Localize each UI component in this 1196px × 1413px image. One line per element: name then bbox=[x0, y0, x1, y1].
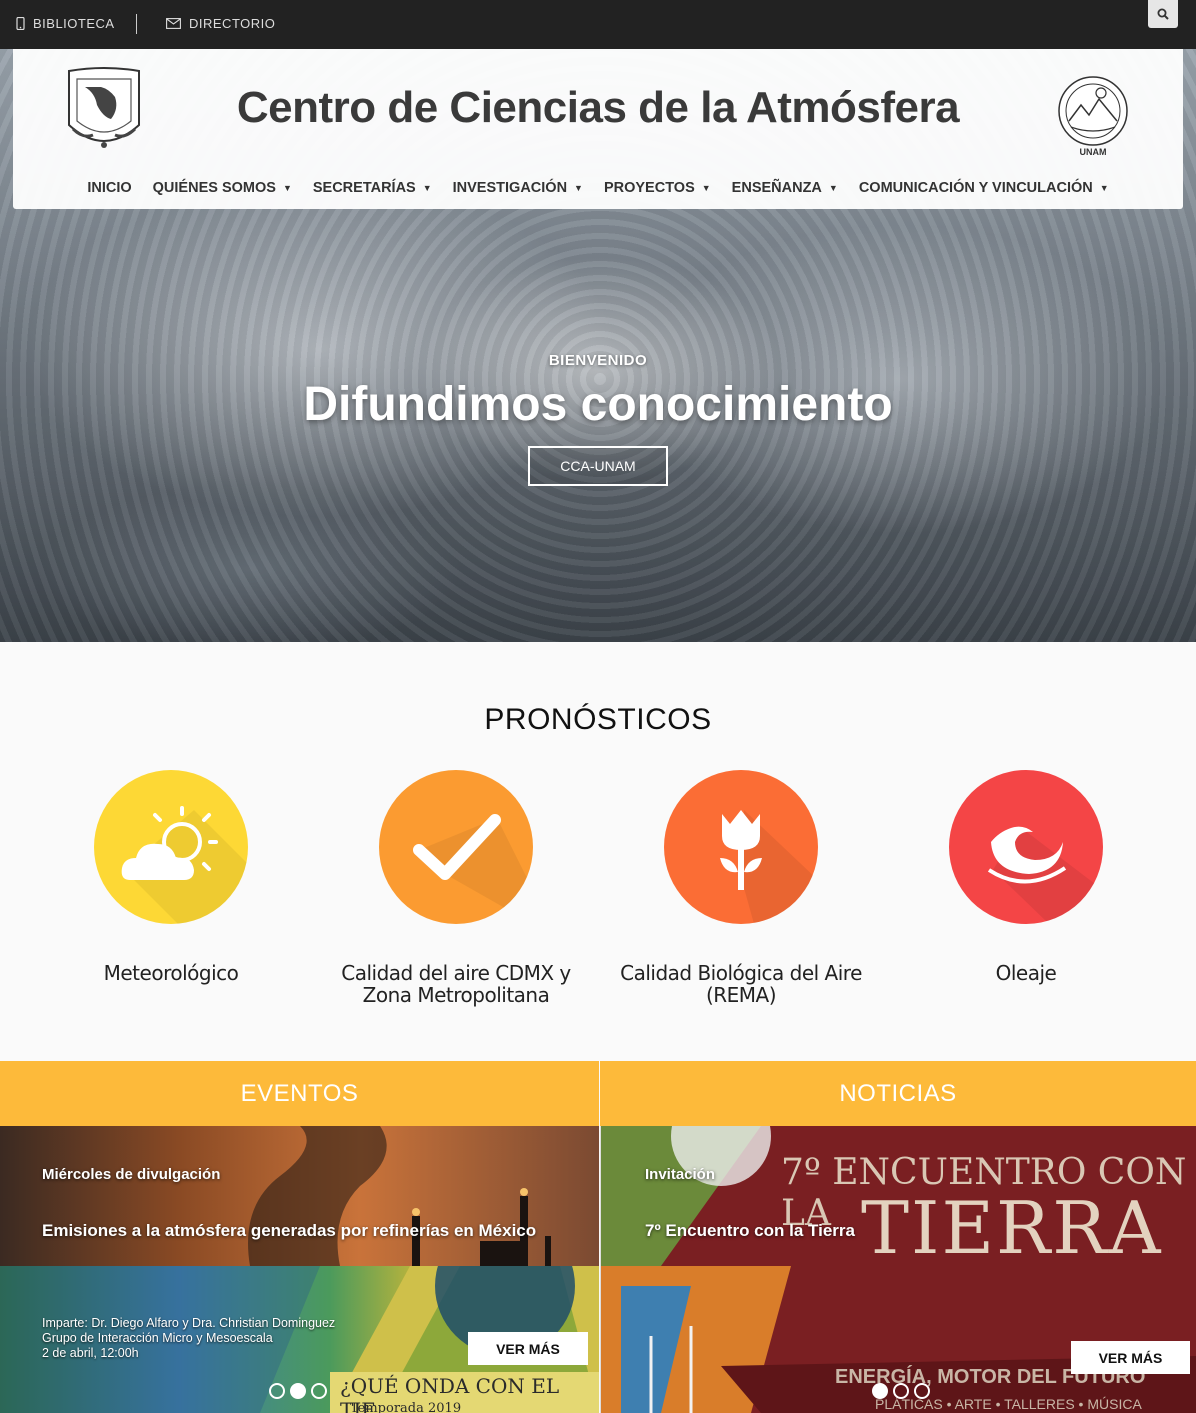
forecast-label[interactable]: Calidad del aire CDMX y Zona Metropolita… bbox=[326, 962, 586, 1006]
main-nav: INICIO QUIÉNES SOMOS ▼ SECRETARÍAS ▼ INVES… bbox=[13, 180, 1183, 196]
hero-title: Difundimos conocimiento bbox=[303, 378, 893, 431]
nav-label: ENSEÑANZA bbox=[731, 180, 822, 196]
check-icon bbox=[413, 814, 533, 924]
caret-down-icon: ▼ bbox=[1099, 183, 1109, 193]
envelope-icon bbox=[166, 18, 181, 29]
news-panel: 7º ENCUENTRO CON LA TIERRA ENERGÍA, MOTO… bbox=[600, 1126, 1196, 1413]
nav-quienes-somos[interactable]: QUIÉNES SOMOS ▼ bbox=[153, 180, 292, 196]
hero-content: BIENVENIDO Difundimos conocimiento CCA-U… bbox=[0, 352, 1196, 486]
event-kicker[interactable]: Miércoles de divulgación bbox=[42, 1166, 220, 1183]
news-headline[interactable]: 7º Encuentro con la Tierra bbox=[645, 1221, 855, 1241]
site-title: Centro de Ciencias de la Atmósfera bbox=[236, 83, 960, 132]
forecast-calidad-biologica[interactable]: Calidad Biológica del Aire (REMA) bbox=[611, 770, 871, 1006]
caret-down-icon: ▼ bbox=[282, 183, 292, 193]
poster-big-text: TIERRA bbox=[861, 1186, 1163, 1270]
divider bbox=[136, 14, 137, 34]
caret-down-icon: ▼ bbox=[701, 183, 711, 193]
slider-dot-active[interactable] bbox=[872, 1383, 888, 1399]
events-ver-mas-button[interactable]: VER MÁS bbox=[468, 1332, 588, 1365]
caret-down-icon: ▼ bbox=[828, 183, 838, 193]
forecast-icon-circle[interactable] bbox=[94, 770, 248, 924]
events-panel: ¿QUÉ ONDA CON EL TIE Temporada 2019 Miér… bbox=[0, 1126, 599, 1413]
nav-comunicacion[interactable]: COMUNICACIÓN Y VINCULACIÓN ▼ bbox=[859, 180, 1109, 196]
events-slider-dots bbox=[269, 1383, 327, 1399]
event-meta: Imparte: Dr. Diego Alfaro y Dra. Christi… bbox=[42, 1316, 335, 1361]
nav-ensenanza[interactable]: ENSEÑANZA ▼ bbox=[732, 180, 838, 196]
event-date: 2 de abril, 12:00h bbox=[42, 1346, 139, 1360]
poster-subtitle: Temporada 2019 bbox=[350, 1401, 462, 1413]
nav-inicio[interactable]: INICIO bbox=[87, 180, 131, 196]
hero-kicker: BIENVENIDO bbox=[548, 352, 648, 369]
forecast-label[interactable]: Oleaje bbox=[896, 962, 1156, 984]
cloud-sun-icon bbox=[121, 806, 248, 924]
event-group: Grupo de Interacción Micro y Mesoescala bbox=[42, 1331, 273, 1345]
slider-dot[interactable] bbox=[893, 1383, 909, 1399]
nav-label: INICIO bbox=[87, 180, 132, 196]
forecast-icon-circle[interactable] bbox=[664, 770, 818, 924]
library-link[interactable]: BIBLIOTECA bbox=[16, 16, 115, 31]
forecast-label[interactable]: Meteorológico bbox=[41, 962, 301, 984]
news-kicker[interactable]: Invitación bbox=[645, 1166, 715, 1183]
events-header: EVENTOS bbox=[0, 1061, 599, 1126]
nav-label: SECRETARÍAS bbox=[312, 180, 416, 196]
slider-dot-active[interactable] bbox=[290, 1383, 306, 1399]
news-header: NOTICIAS bbox=[600, 1061, 1196, 1126]
forecast-icon-circle[interactable] bbox=[379, 770, 533, 924]
refinery-image bbox=[248, 1126, 551, 1266]
search-button[interactable] bbox=[1148, 0, 1178, 28]
wave-icon bbox=[987, 826, 1103, 924]
library-label: BIBLIOTECA bbox=[33, 16, 115, 31]
directory-link[interactable]: DIRECTORIO bbox=[166, 16, 275, 31]
nav-proyectos[interactable]: PROYECTOS ▼ bbox=[604, 180, 711, 196]
news-slider-dots bbox=[872, 1383, 930, 1399]
forecast-oleaje[interactable]: Oleaje bbox=[896, 770, 1156, 984]
tulip-icon bbox=[720, 810, 818, 924]
phone-icon bbox=[16, 17, 25, 30]
forecast-meteorologico[interactable]: Meteorológico bbox=[41, 770, 301, 984]
slider-dot[interactable] bbox=[914, 1383, 930, 1399]
top-bar: BIBLIOTECA DIRECTORIO bbox=[0, 0, 1196, 49]
caret-down-icon: ▼ bbox=[422, 183, 432, 193]
nav-label: COMUNICACIÓN Y VINCULACIÓN bbox=[858, 180, 1093, 196]
site-header: Centro de Ciencias de la Atmósfera UNAM … bbox=[13, 49, 1183, 209]
cca-logo[interactable]: UNAM bbox=[1047, 65, 1139, 157]
slider-dot[interactable] bbox=[311, 1383, 327, 1399]
search-icon bbox=[1157, 8, 1169, 20]
event-speakers: Imparte: Dr. Diego Alfaro y Dra. Christi… bbox=[42, 1316, 336, 1330]
cca-logo-sub: UNAM bbox=[1080, 147, 1107, 157]
nav-investigacion[interactable]: INVESTIGACIÓN ▼ bbox=[453, 180, 583, 196]
directory-label: DIRECTORIO bbox=[189, 16, 276, 31]
event-headline[interactable]: Emisiones a la atmósfera generadas por r… bbox=[42, 1221, 536, 1241]
nav-secretarias[interactable]: SECRETARÍAS ▼ bbox=[313, 180, 432, 196]
caret-down-icon: ▼ bbox=[574, 183, 583, 193]
nav-label: INVESTIGACIÓN bbox=[452, 180, 568, 196]
forecast-calidad-aire[interactable]: Calidad del aire CDMX y Zona Metropolita… bbox=[326, 770, 586, 1006]
news-ver-mas-button[interactable]: VER MÁS bbox=[1071, 1341, 1190, 1374]
nav-label: QUIÉNES SOMOS bbox=[152, 180, 276, 196]
slider-dot[interactable] bbox=[269, 1383, 285, 1399]
forecast-icon-circle[interactable] bbox=[949, 770, 1103, 924]
nav-label: PROYECTOS bbox=[603, 180, 695, 196]
forecasts-title: PRONÓSTICOS bbox=[484, 703, 712, 736]
event-image bbox=[0, 1126, 599, 1266]
forecast-label[interactable]: Calidad Biológica del Aire (REMA) bbox=[611, 962, 871, 1006]
hero-button[interactable]: CCA-UNAM bbox=[528, 446, 668, 486]
